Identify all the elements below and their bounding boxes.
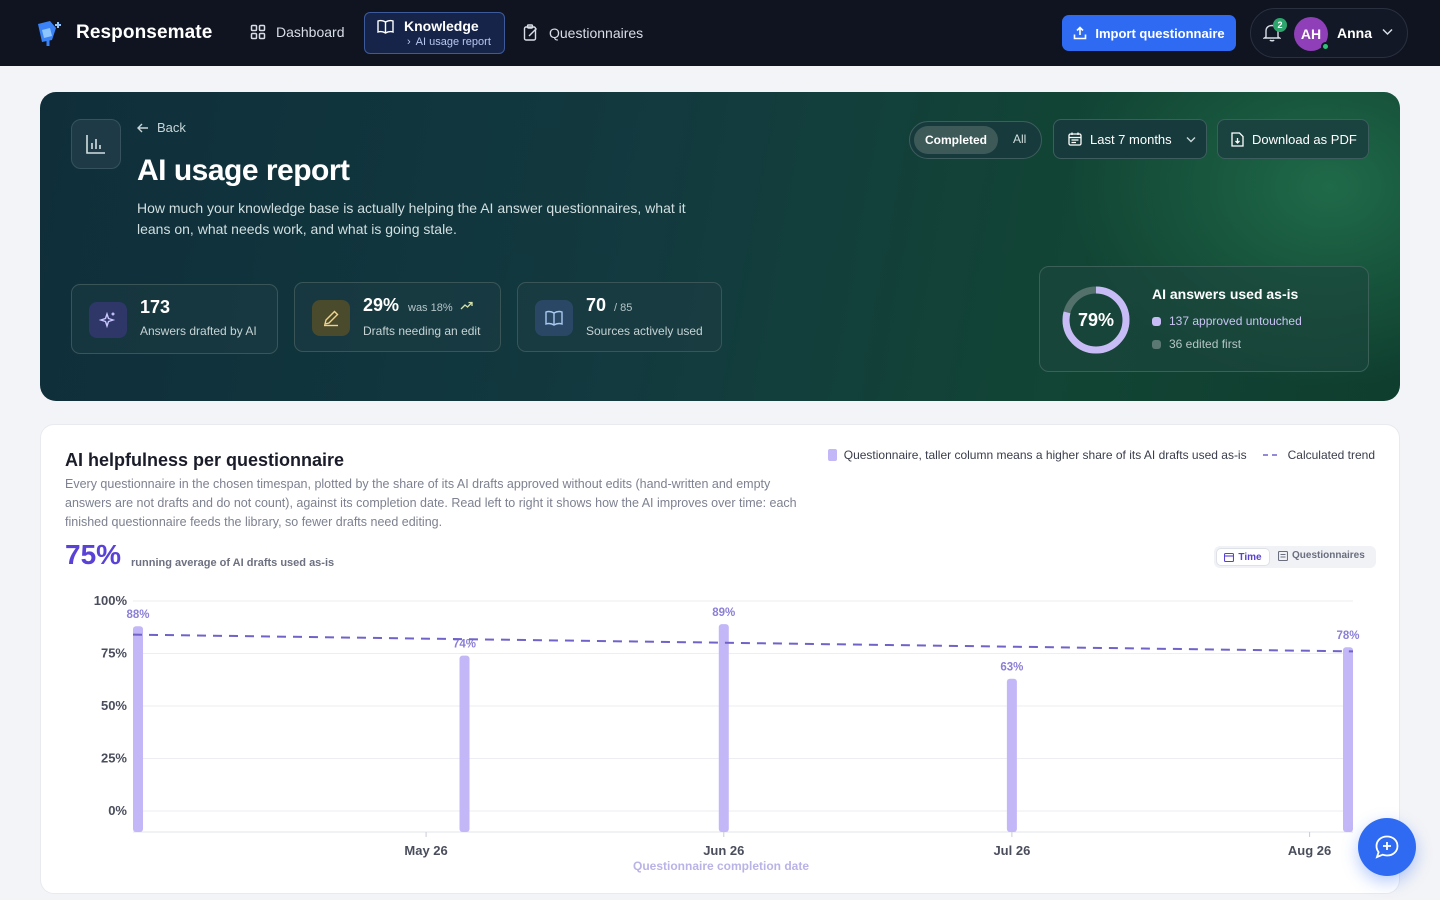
file-download-icon [1231, 131, 1244, 147]
stat-label: Answers drafted by AI [140, 324, 257, 338]
grid-icon [250, 24, 266, 40]
nav-dashboard-label: Dashboard [276, 24, 345, 40]
nav-knowledge[interactable]: Knowledge › AI usage report [364, 12, 505, 54]
stat-total: / 85 [614, 302, 633, 314]
back-label: Back [157, 120, 186, 135]
stat-card-sources-used: 70 / 85 Sources actively used [517, 282, 722, 352]
user-name: Anna [1337, 25, 1372, 41]
calendar-icon [1068, 132, 1082, 146]
report-header-panel: Back AI usage report How much your knowl… [40, 92, 1400, 401]
filter-all-option[interactable]: All [1013, 132, 1026, 146]
bar-value-label: 63% [1000, 662, 1023, 674]
y-tick-label: 0% [108, 803, 127, 818]
ai-helpfulness-chart-card: AI helpfulness per questionnaire Every q… [40, 424, 1400, 894]
legend-approved-label: 137 approved untouched [1169, 314, 1302, 328]
import-questionnaire-label: Import questionnaire [1095, 25, 1225, 41]
y-tick-label: 25% [101, 751, 127, 766]
bar-chart-icon [71, 119, 121, 169]
brand[interactable]: Responsemate [34, 18, 212, 48]
x-tick-label: Jun 26 [703, 843, 744, 858]
book-open-icon [535, 300, 573, 336]
download-pdf-button[interactable]: Download as PDF [1217, 119, 1369, 159]
bar-value-label: 89% [712, 607, 735, 619]
nav-knowledge-subitem[interactable]: › AI usage report [407, 36, 504, 48]
nav-knowledge-label: Knowledge [404, 18, 479, 34]
user-menu[interactable]: 2 AH Anna [1250, 8, 1408, 58]
brand-name: Responsemate [76, 22, 213, 43]
brand-logo-icon [38, 21, 61, 46]
nav-dashboard[interactable]: Dashboard [250, 24, 345, 40]
chevron-down-icon [1186, 136, 1196, 142]
download-pdf-label: Download as PDF [1252, 131, 1357, 147]
y-tick-label: 100% [94, 593, 128, 608]
upload-icon [1074, 26, 1087, 40]
stat-card-drafts-needing-edit: 29% was 18% Drafts needing an edit [294, 282, 501, 352]
bar-value-label: 88% [126, 609, 149, 621]
stat-value: 173 [140, 297, 171, 317]
ai-answers-used-card: 79% AI answers used as-is 137 approved u… [1039, 266, 1369, 372]
date-range-dropdown[interactable]: Last 7 months [1053, 119, 1207, 159]
date-range-label: Last 7 months [1090, 131, 1172, 147]
arrow-left-icon [137, 123, 148, 132]
bar-value-label: 74% [453, 639, 476, 651]
notification-count-badge: 2 [1273, 18, 1287, 32]
legend-approved-swatch [1152, 316, 1161, 326]
y-tick-label: 50% [101, 698, 127, 713]
chat-bubble-icon [1375, 835, 1399, 859]
clipboard-edit-icon [523, 24, 537, 41]
legend-edited-label: 36 edited first [1169, 337, 1242, 351]
bar [1006, 678, 1017, 832]
stat-card-answers-drafted: 173 Answers drafted by AI [71, 284, 278, 354]
stat-label: Sources actively used [586, 324, 703, 338]
import-questionnaire-button[interactable]: Import questionnaire [1062, 15, 1236, 51]
top-navigation-bar: Responsemate Dashboard Knowledge › AI us… [0, 0, 1440, 66]
filter-completed-option[interactable]: Completed [914, 126, 998, 154]
stat-previous-value: was 18% [408, 302, 453, 314]
stat-value: 29% [363, 295, 400, 315]
trend-line [132, 633, 1354, 653]
bar [1343, 647, 1353, 832]
bar [718, 624, 729, 832]
sparkle-icon [89, 302, 127, 338]
stat-label: Drafts needing an edit [363, 324, 481, 338]
stat-value: 70 [586, 295, 607, 315]
nav-knowledge-sub-label: AI usage report [415, 36, 491, 48]
helpfulness-bar-chart: 100% 75% 50% 25% 0% May 26 Jun 26 Jul 26 Aug 26 Q… [94, 593, 1360, 873]
pencil-icon [312, 300, 350, 336]
status-filter-toggle: Completed All [909, 121, 1042, 159]
nav-questionnaires[interactable]: Questionnaires [523, 24, 643, 41]
x-tick-label: May 26 [404, 843, 447, 858]
nav-questionnaires-label: Questionnaires [549, 24, 644, 41]
y-tick-label: 75% [101, 646, 127, 661]
x-tick-label: Jul 26 [993, 843, 1030, 858]
legend-edited-swatch [1152, 339, 1161, 349]
chevron-right-icon: › [407, 36, 411, 48]
back-link[interactable]: Back [137, 120, 186, 135]
page-description: How much your knowledge base is actually… [137, 200, 686, 237]
x-axis-title: Questionnaire completion date [633, 859, 809, 873]
book-icon [377, 19, 394, 34]
ai-answers-used-title: AI answers used as-is [1152, 286, 1299, 302]
legend-approved: 137 approved untouched [1152, 314, 1302, 328]
page-title: AI usage report [137, 154, 350, 187]
chevron-down-icon [1382, 28, 1393, 36]
bar [459, 655, 470, 832]
chat-support-button[interactable] [1358, 818, 1416, 876]
usage-ring-percent: 79% [1077, 310, 1115, 330]
bar [133, 626, 143, 832]
x-tick-label: Aug 26 [1288, 843, 1331, 858]
bar-value-label: 78% [1336, 630, 1359, 642]
trend-up-icon [460, 301, 473, 310]
legend-edited: 36 edited first [1152, 337, 1241, 351]
online-status-dot [1321, 42, 1330, 51]
